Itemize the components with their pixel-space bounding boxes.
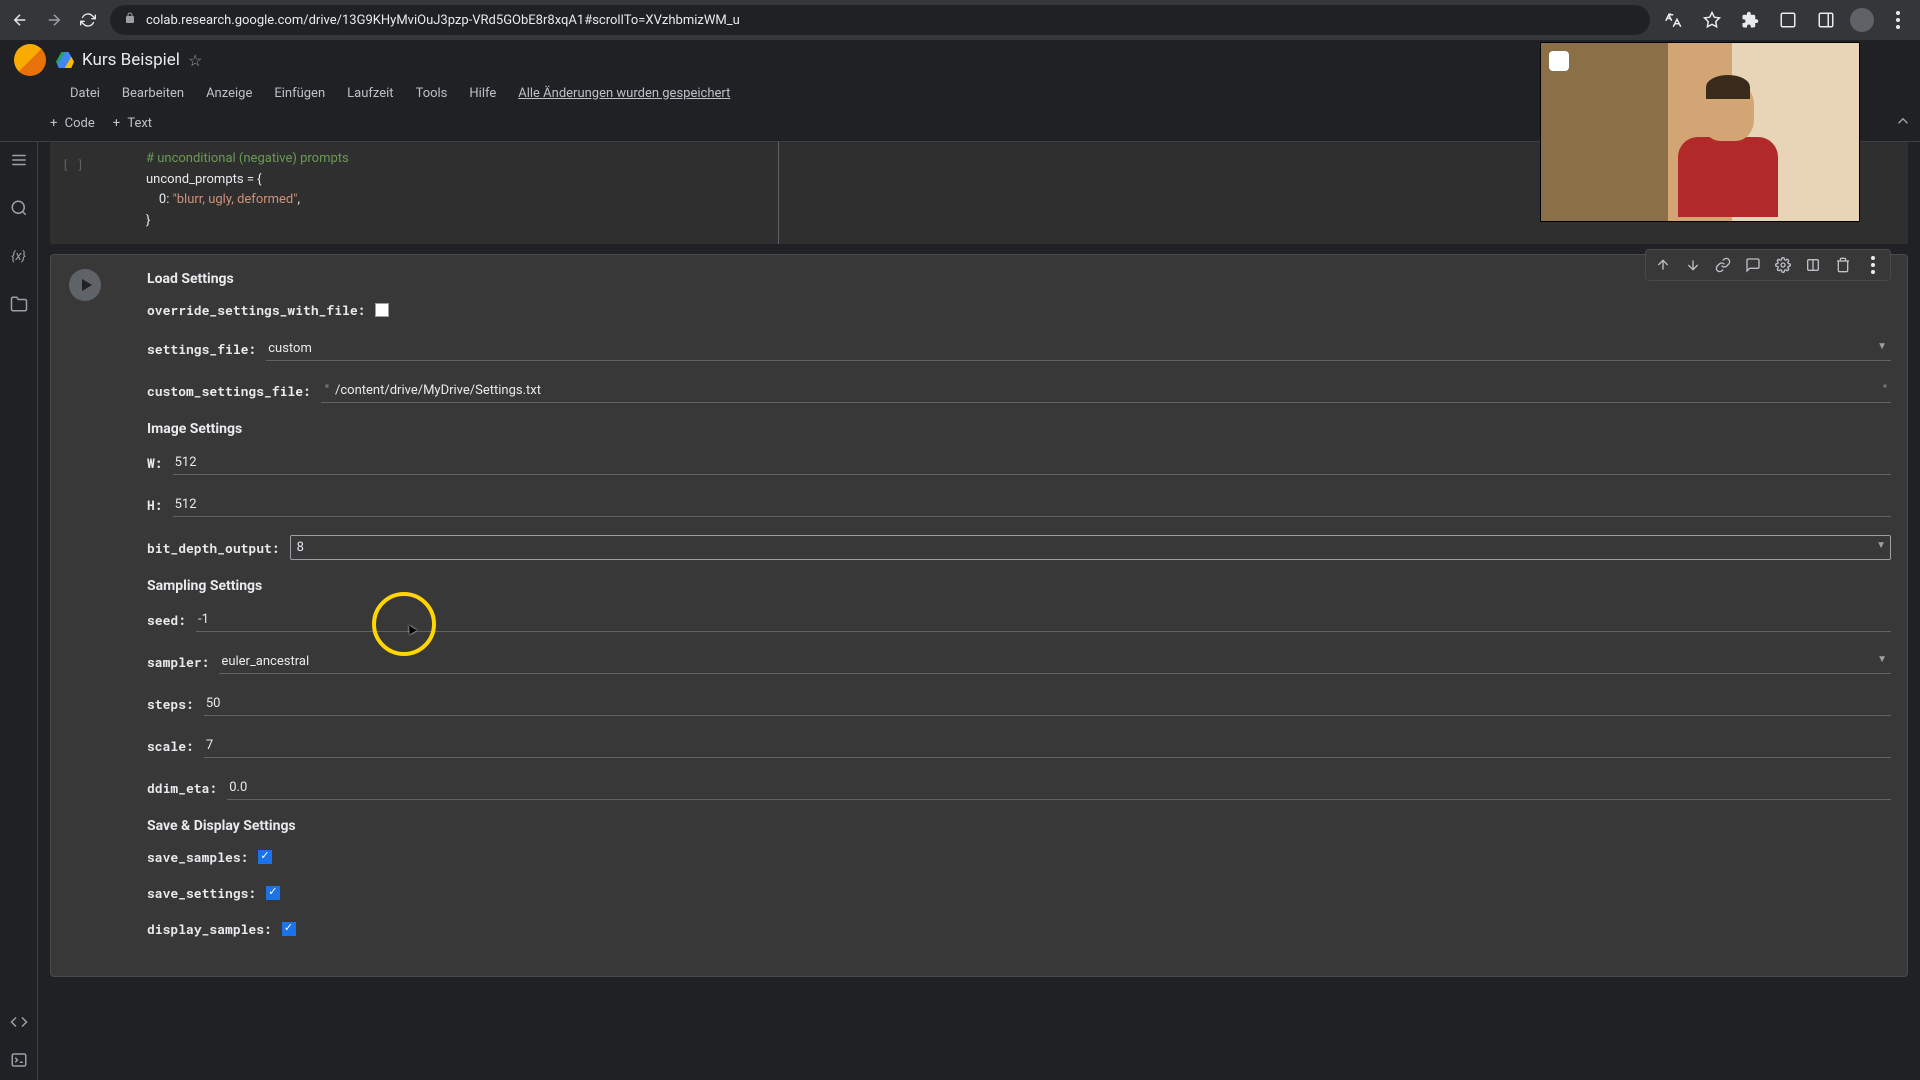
colab-logo-icon[interactable] bbox=[14, 44, 46, 76]
w-label: W: bbox=[147, 454, 163, 472]
browser-chrome: colab.research.google.com/drive/13G9KHyM… bbox=[0, 0, 1920, 40]
chevron-down-icon: ▼ bbox=[1877, 654, 1887, 665]
webcam-corner-icon bbox=[1549, 51, 1569, 71]
form-cell: Load Settings override_settings_with_fil… bbox=[50, 254, 1908, 977]
files-icon[interactable] bbox=[9, 294, 29, 314]
reload-button[interactable] bbox=[76, 8, 100, 32]
code-snippets-icon[interactable] bbox=[9, 1012, 29, 1032]
display-samples-label: display_samples: bbox=[147, 920, 272, 938]
h-input[interactable] bbox=[173, 493, 1891, 517]
settings-icon[interactable] bbox=[1774, 256, 1792, 274]
save-settings-checkbox[interactable] bbox=[266, 886, 280, 900]
add-code-button[interactable]: + Code bbox=[50, 116, 95, 131]
override-label: override_settings_with_file: bbox=[147, 301, 365, 319]
url-bar[interactable]: colab.research.google.com/drive/13G9KHyM… bbox=[110, 5, 1650, 35]
ddim-label: ddim_eta: bbox=[147, 779, 217, 797]
translate-icon[interactable] bbox=[1660, 6, 1688, 34]
star-icon[interactable]: ☆ bbox=[188, 51, 202, 70]
cell-gutter: [ ] bbox=[62, 158, 84, 172]
scale-input[interactable] bbox=[204, 734, 1891, 758]
code-comment: # unconditional (negative) prompts bbox=[146, 151, 349, 166]
image-settings-title: Image Settings bbox=[147, 421, 1891, 437]
menu-einfuegen[interactable]: Einfügen bbox=[274, 86, 325, 101]
cursor-icon bbox=[404, 620, 416, 636]
sampling-title: Sampling Settings bbox=[147, 578, 1891, 594]
link-icon[interactable] bbox=[1714, 256, 1732, 274]
scale-label: scale: bbox=[147, 737, 194, 755]
override-checkbox[interactable] bbox=[375, 303, 389, 317]
comment-icon[interactable] bbox=[1744, 256, 1762, 274]
bit-depth-label: bit_depth_output: bbox=[147, 539, 280, 557]
more-icon[interactable] bbox=[1864, 256, 1882, 274]
menu-laufzeit[interactable]: Laufzeit bbox=[347, 86, 393, 101]
menu-bearbeiten[interactable]: Bearbeiten bbox=[122, 86, 184, 101]
left-sidebar: {x} bbox=[0, 142, 38, 1080]
load-settings-title: Load Settings bbox=[147, 271, 1891, 287]
move-down-icon[interactable] bbox=[1684, 256, 1702, 274]
steps-input[interactable] bbox=[204, 692, 1891, 716]
display-samples-checkbox[interactable] bbox=[282, 922, 296, 936]
terminal-icon[interactable] bbox=[9, 1050, 29, 1070]
seed-input[interactable] bbox=[196, 608, 1891, 632]
menu-hilfe[interactable]: Hilfe bbox=[469, 86, 496, 101]
back-button[interactable] bbox=[8, 8, 32, 32]
menu-tools[interactable]: Tools bbox=[416, 86, 448, 101]
webcam-overlay bbox=[1540, 42, 1860, 222]
save-display-title: Save & Display Settings bbox=[147, 818, 1891, 834]
custom-file-input[interactable]: " " bbox=[321, 379, 1891, 403]
h-label: H: bbox=[147, 496, 163, 514]
layers-icon[interactable] bbox=[1774, 6, 1802, 34]
save-samples-checkbox[interactable] bbox=[258, 850, 272, 864]
settings-file-label: settings_file: bbox=[147, 340, 256, 358]
chevron-down-icon: ▼ bbox=[1876, 540, 1886, 551]
sampler-select[interactable]: euler_ancestral ▼ bbox=[219, 650, 1891, 674]
save-settings-label: save_settings: bbox=[147, 884, 256, 902]
search-icon[interactable] bbox=[9, 198, 29, 218]
settings-file-select[interactable]: custom ▼ bbox=[266, 337, 1891, 361]
add-text-button[interactable]: + Text bbox=[113, 116, 152, 131]
mirror-icon[interactable] bbox=[1804, 256, 1822, 274]
variables-icon[interactable]: {x} bbox=[9, 246, 29, 266]
webcam-person bbox=[1668, 81, 1788, 221]
custom-file-label: custom_settings_file: bbox=[147, 382, 311, 400]
main-content: [ ] # unconditional (negative) prompts u… bbox=[38, 142, 1920, 1080]
bit-depth-select[interactable]: 8 ▼ bbox=[290, 535, 1891, 560]
ddim-input[interactable] bbox=[227, 776, 1891, 800]
sampler-label: sampler: bbox=[147, 653, 209, 671]
bookmark-icon[interactable] bbox=[1698, 6, 1726, 34]
save-status[interactable]: Alle Änderungen wurden gespeichert bbox=[518, 86, 730, 101]
move-up-icon[interactable] bbox=[1654, 256, 1672, 274]
seed-label: seed: bbox=[147, 611, 186, 629]
steps-label: steps: bbox=[147, 695, 194, 713]
run-cell-button[interactable] bbox=[69, 269, 101, 301]
menu-kebab[interactable] bbox=[1884, 6, 1912, 34]
url-text: colab.research.google.com/drive/13G9KHyM… bbox=[146, 13, 740, 28]
chevron-down-icon: ▼ bbox=[1877, 341, 1887, 352]
menu-datei[interactable]: Datei bbox=[70, 86, 100, 101]
w-input[interactable] bbox=[173, 451, 1891, 475]
menu-anzeige[interactable]: Anzeige bbox=[206, 86, 252, 101]
toc-icon[interactable] bbox=[9, 150, 29, 170]
document-title[interactable]: Kurs Beispiel bbox=[82, 50, 180, 70]
panel-icon[interactable] bbox=[1812, 6, 1840, 34]
cell-splitter[interactable] bbox=[778, 142, 779, 244]
delete-icon[interactable] bbox=[1834, 256, 1852, 274]
collapse-header-icon[interactable] bbox=[1894, 112, 1912, 134]
extensions-icon[interactable] bbox=[1736, 6, 1764, 34]
forward-button[interactable] bbox=[42, 8, 66, 32]
profile-avatar[interactable] bbox=[1850, 8, 1874, 32]
drive-icon bbox=[56, 52, 74, 68]
save-samples-label: save_samples: bbox=[147, 848, 248, 866]
lock-icon bbox=[124, 12, 136, 28]
cell-tools bbox=[1645, 249, 1891, 281]
